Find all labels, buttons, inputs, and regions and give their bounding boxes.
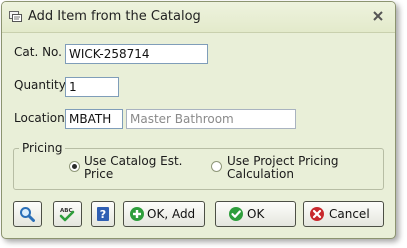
search-catalog-button[interactable] bbox=[13, 201, 42, 227]
quantity-label: Quantity bbox=[14, 78, 66, 92]
location-label: Location bbox=[14, 111, 65, 125]
pricing-group-label: Pricing bbox=[19, 141, 66, 155]
ok-button[interactable]: OK bbox=[215, 201, 296, 227]
question-icon: ? bbox=[97, 207, 109, 221]
svg-text:?: ? bbox=[100, 208, 106, 221]
cancel-label: Cancel bbox=[329, 207, 370, 221]
magnifier-icon bbox=[20, 207, 35, 222]
help-button[interactable]: ? bbox=[91, 201, 115, 227]
spell-check-button[interactable]: ABC bbox=[53, 201, 82, 227]
cancel-button[interactable]: Cancel bbox=[303, 201, 384, 227]
quantity-input[interactable] bbox=[65, 77, 119, 97]
project-pricing-line2: Calculation bbox=[227, 167, 294, 181]
catalog-price-line2: Price bbox=[84, 167, 114, 181]
catalog-icon bbox=[9, 11, 22, 22]
catalog-price-option-label[interactable]: Use Catalog Est. Price bbox=[84, 155, 182, 181]
plus-circle-icon bbox=[130, 207, 144, 221]
close-icon[interactable] bbox=[370, 8, 386, 24]
cancel-circle-icon bbox=[310, 207, 324, 221]
cat-no-input[interactable] bbox=[65, 44, 208, 64]
cat-no-label: Cat. No. bbox=[14, 45, 62, 59]
catalog-price-radio[interactable] bbox=[69, 161, 80, 172]
add-item-dialog: Add Item from the Catalog Cat. No. Quant… bbox=[1, 1, 396, 239]
window-title: Add Item from the Catalog bbox=[28, 9, 201, 24]
radio-selected-dot bbox=[72, 164, 77, 169]
location-code-input[interactable] bbox=[65, 109, 123, 129]
project-pricing-radio[interactable] bbox=[211, 161, 222, 172]
title-bar[interactable]: Add Item from the Catalog bbox=[2, 2, 395, 33]
ok-add-label: OK, Add bbox=[147, 207, 196, 221]
ok-label: OK bbox=[247, 207, 265, 221]
ok-add-button[interactable]: OK, Add bbox=[123, 201, 205, 227]
location-name-field bbox=[126, 109, 296, 129]
abc-check-icon: ABC bbox=[59, 208, 75, 222]
check-circle-icon bbox=[229, 207, 243, 221]
project-pricing-option-label[interactable]: Use Project Pricing Calculation bbox=[227, 155, 339, 181]
